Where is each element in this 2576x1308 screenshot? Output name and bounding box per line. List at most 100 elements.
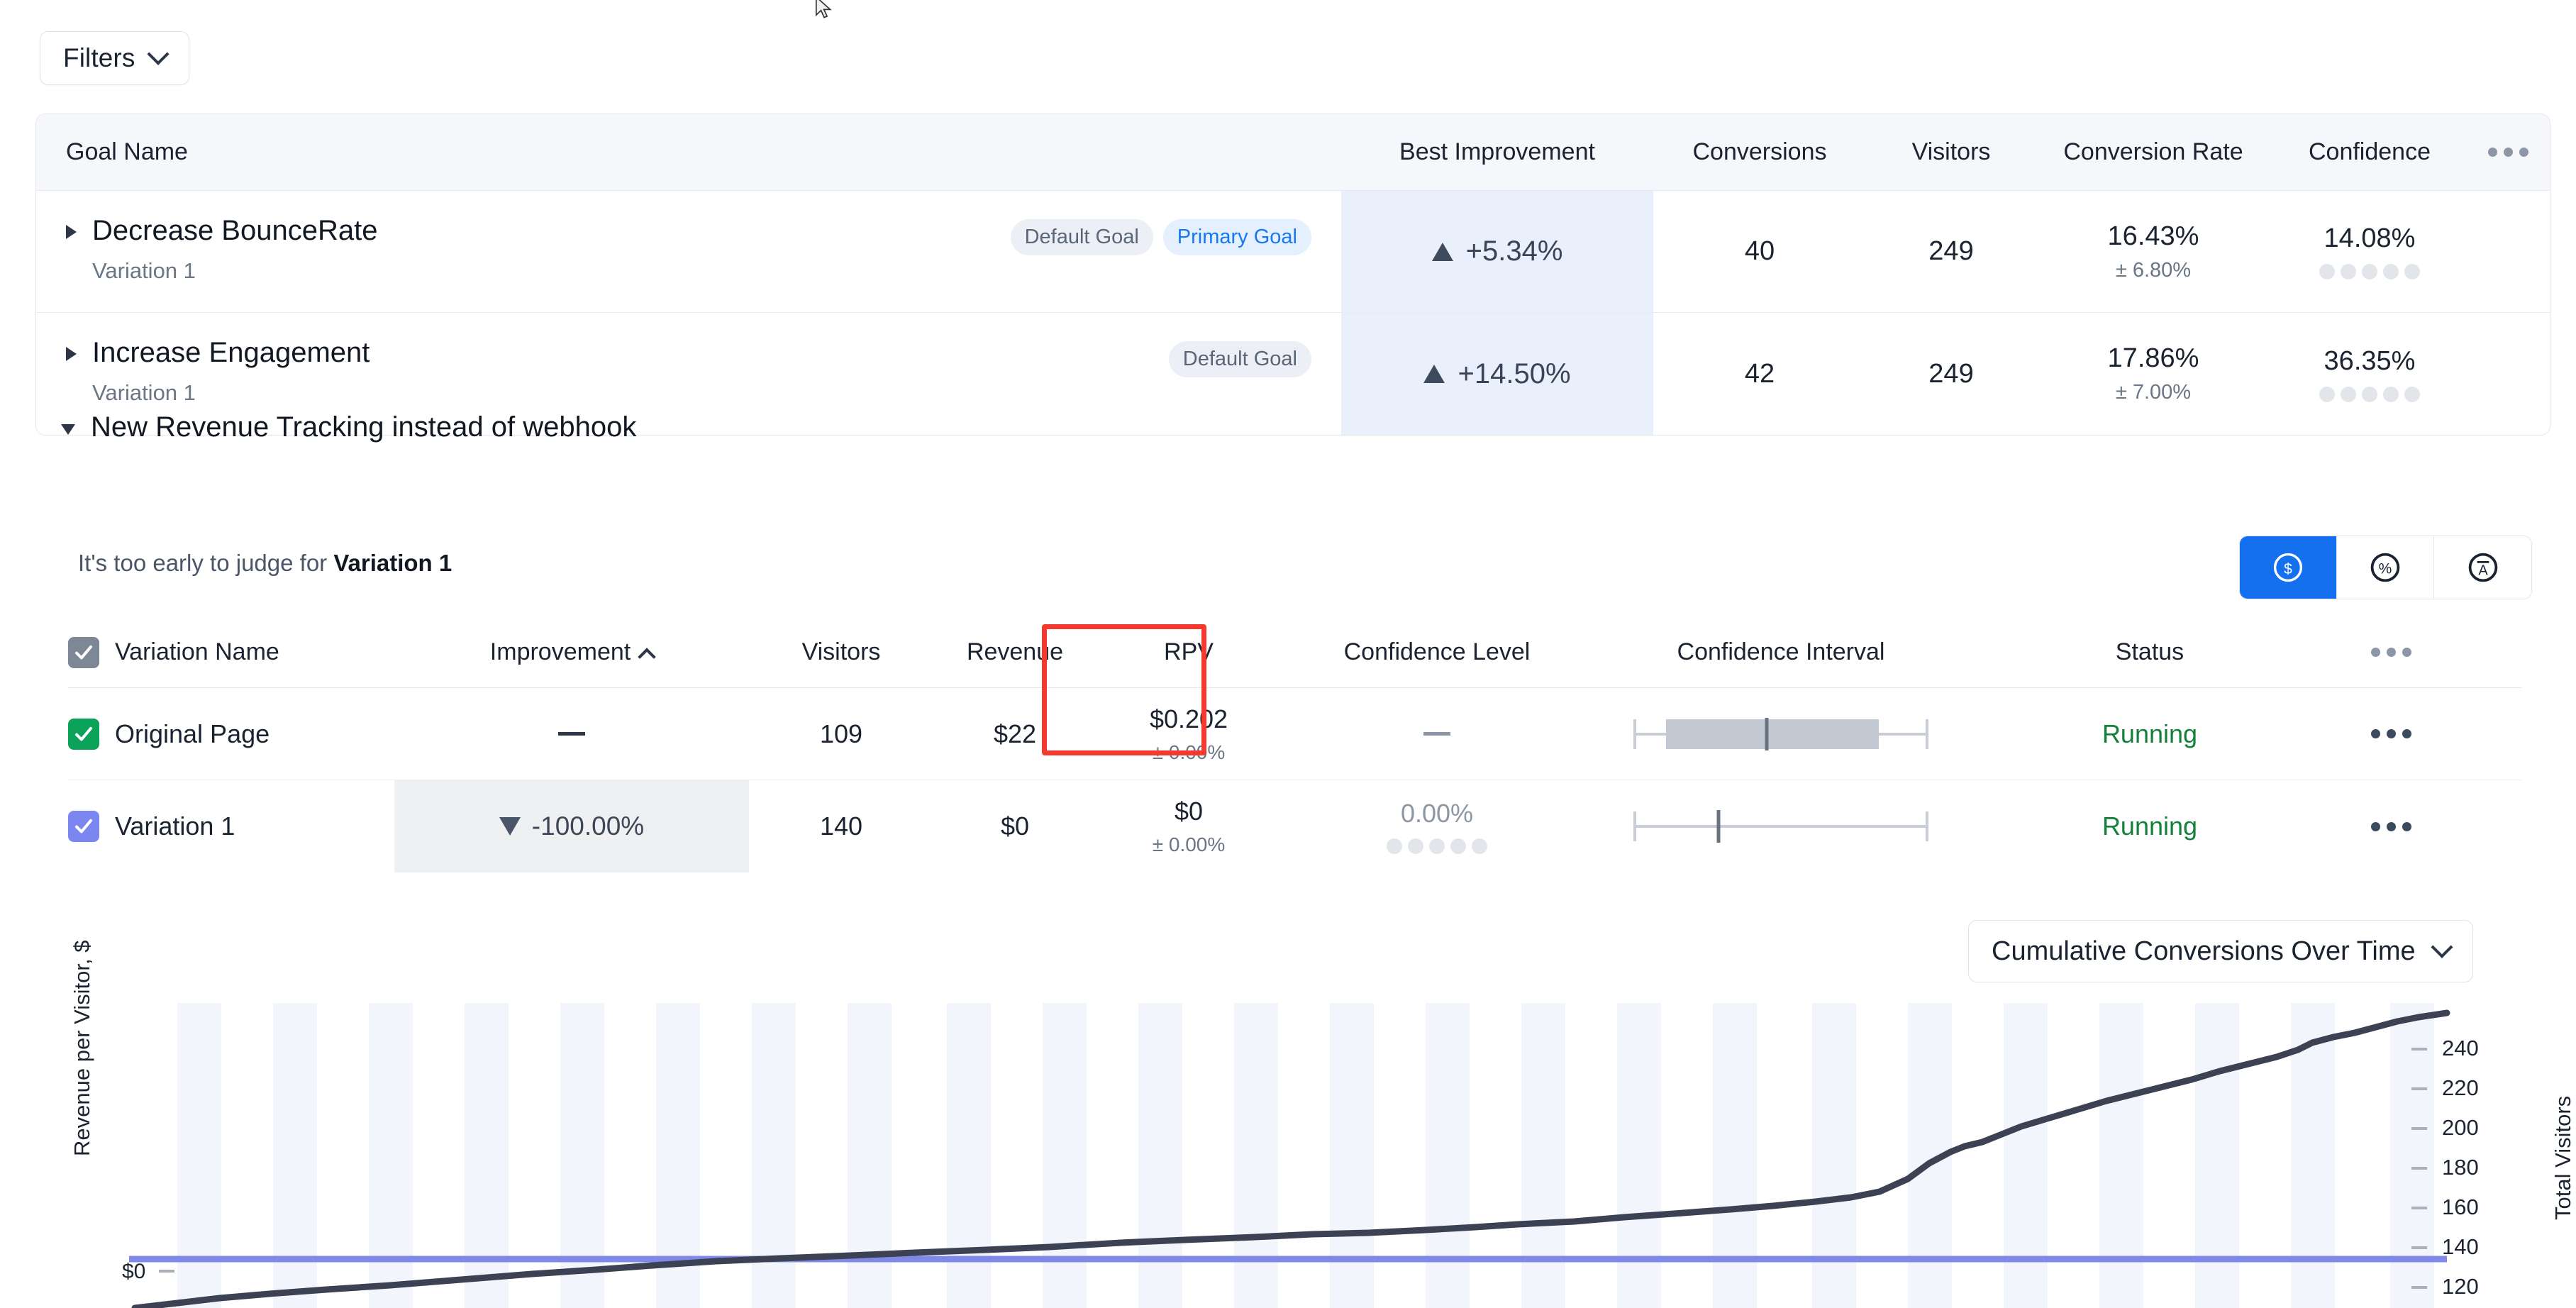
select-all-checkbox[interactable] bbox=[68, 636, 99, 668]
chart-tick-dash-120 bbox=[2411, 1286, 2427, 1289]
variation-name-cell[interactable]: Original Page bbox=[68, 688, 394, 780]
improvement-value: -100.00% bbox=[531, 811, 645, 841]
chart-y-tick-right-120: 120 bbox=[2442, 1274, 2479, 1299]
rpv-value: $0 bbox=[1174, 797, 1204, 826]
confidence-pips bbox=[2319, 386, 2420, 402]
confidence-pips bbox=[2319, 264, 2420, 279]
triangle-up-icon bbox=[1423, 365, 1445, 383]
column-conversions[interactable]: Conversions bbox=[1653, 138, 1866, 166]
conversion-rate-value: 17.86% bbox=[2107, 343, 2199, 373]
chevron-down-icon bbox=[2431, 936, 2453, 958]
column-improvement-label: Improvement bbox=[489, 638, 631, 665]
status-badge-default-goal: Default Goal bbox=[1010, 219, 1153, 255]
goal-variation-label: Variation 1 bbox=[92, 258, 196, 283]
table-row[interactable]: Original Page 109 $22 $0.202 ± 0.00% Run… bbox=[68, 688, 2522, 780]
chevron-right-icon[interactable] bbox=[66, 225, 77, 239]
improvement-cell bbox=[394, 688, 749, 780]
confidence-pips bbox=[1387, 838, 1487, 854]
confidence-cell: 36.35% bbox=[2270, 313, 2469, 435]
visitors-cell: 109 bbox=[819, 719, 863, 748]
confidence-value: 14.08% bbox=[2324, 223, 2416, 253]
column-conversion-rate[interactable]: Conversion Rate bbox=[2036, 138, 2270, 166]
confidence-level-value: 0.00% bbox=[1400, 799, 1474, 828]
column-visitors[interactable]: Visitors bbox=[1866, 138, 2036, 166]
chart-tick-dash-240 bbox=[2411, 1048, 2427, 1051]
percent-circle-icon: % bbox=[2370, 553, 2400, 582]
confidence-value: 36.35% bbox=[2324, 345, 2416, 376]
table-row[interactable]: Decrease BounceRate Variation 1 Default … bbox=[36, 191, 2550, 313]
ellipsis-icon bbox=[2487, 148, 2528, 157]
goals-table-header: Goal Name Best Improvement Conversions V… bbox=[36, 114, 2550, 191]
row-menu-button[interactable] bbox=[2331, 688, 2451, 780]
column-goal-name[interactable]: Goal Name bbox=[36, 138, 1341, 166]
goal-badges: Default Goal Primary Goal bbox=[1010, 219, 1311, 255]
column-confidence-level[interactable]: Confidence Level bbox=[1281, 638, 1593, 666]
goals-header-menu-button[interactable] bbox=[2469, 148, 2547, 157]
variation-checkbox[interactable] bbox=[68, 718, 99, 750]
column-visitors[interactable]: Visitors bbox=[749, 638, 933, 666]
unit-toggle-group: $ % A bbox=[2239, 536, 2532, 599]
conversion-rate-cell: 17.86% ± 7.00% bbox=[2036, 313, 2270, 435]
variation-table: Variation Name Improvement Visitors Reve… bbox=[68, 617, 2522, 872]
page-scrollbar[interactable] bbox=[2563, 0, 2573, 1308]
a-circle-icon: A bbox=[2468, 553, 2497, 582]
unit-toggle-absolute[interactable]: A bbox=[2434, 536, 2531, 599]
chart-tick-dash-180 bbox=[2411, 1167, 2427, 1170]
filters-label: Filters bbox=[63, 43, 135, 72]
chart-metric-dropdown[interactable]: Cumulative Conversions Over Time bbox=[1968, 920, 2473, 982]
goal-name-cell[interactable]: Decrease BounceRate Variation 1 Default … bbox=[36, 191, 1341, 312]
chart-y-tick-right-160: 160 bbox=[2442, 1195, 2479, 1219]
column-confidence[interactable]: Confidence bbox=[2270, 138, 2469, 166]
conversion-rate-cell: 16.43% ± 6.80% bbox=[2036, 191, 2270, 312]
svg-text:$: $ bbox=[2284, 561, 2292, 577]
revenue-cell: $22 bbox=[993, 719, 1037, 748]
improvement-cell: -100.00% bbox=[394, 780, 749, 872]
rpv-cell: $0.202 ± 0.00% bbox=[1097, 688, 1281, 780]
status-badge-default-goal: Default Goal bbox=[1168, 341, 1311, 377]
column-variation-name[interactable]: Variation Name bbox=[68, 636, 394, 668]
chart-y-tick-right-240: 240 bbox=[2442, 1036, 2479, 1060]
column-confidence-interval[interactable]: Confidence Interval bbox=[1593, 638, 1969, 666]
triangle-down-icon bbox=[499, 817, 521, 836]
column-status[interactable]: Status bbox=[1969, 638, 2331, 666]
variation-header-menu-button[interactable] bbox=[2331, 648, 2451, 657]
filters-button[interactable]: Filters bbox=[40, 31, 190, 85]
chart-svg bbox=[129, 1003, 2450, 1308]
status-badge-primary-goal: Primary Goal bbox=[1162, 219, 1311, 255]
chevron-down-icon bbox=[147, 43, 170, 65]
chart-tick-dash-220 bbox=[2411, 1087, 2427, 1090]
column-improvement[interactable]: Improvement bbox=[394, 638, 749, 666]
chart-y-tick-right-180: 180 bbox=[2442, 1155, 2479, 1180]
expanded-goal-title: New Revenue Tracking instead of webhook bbox=[91, 411, 637, 443]
rpv-error: ± 0.00% bbox=[1152, 833, 1226, 855]
chart-y-tick-right-220: 220 bbox=[2442, 1075, 2479, 1100]
row-menu-button[interactable] bbox=[2331, 780, 2451, 872]
svg-text:A: A bbox=[2478, 562, 2488, 578]
confidence-interval-cell bbox=[1593, 688, 1969, 780]
unit-toggle-currency[interactable]: $ bbox=[2240, 536, 2337, 599]
verdict-message: It's too early to judge for Variation 1 bbox=[78, 550, 452, 577]
status-cell: Running bbox=[2102, 811, 2198, 841]
chevron-right-icon[interactable] bbox=[66, 347, 77, 361]
em-dash-icon bbox=[558, 732, 585, 736]
expanded-goal-header[interactable]: New Revenue Tracking instead of webhook bbox=[61, 411, 636, 443]
column-best-improvement[interactable]: Best Improvement bbox=[1341, 138, 1653, 166]
unit-toggle-percent[interactable]: % bbox=[2337, 536, 2434, 599]
column-revenue[interactable]: Revenue bbox=[933, 638, 1097, 666]
chevron-down-icon[interactable] bbox=[61, 424, 75, 435]
verdict-subject: Variation 1 bbox=[333, 550, 453, 576]
confidence-level-cell bbox=[1281, 688, 1593, 780]
ellipsis-icon bbox=[2370, 648, 2411, 657]
chart-y-tick-right-200: 200 bbox=[2442, 1115, 2479, 1140]
sort-asc-icon bbox=[638, 648, 656, 666]
chart-y-tick-right-140: 140 bbox=[2442, 1234, 2479, 1259]
verdict-prefix: It's too early to judge for bbox=[78, 550, 334, 576]
variation-checkbox[interactable] bbox=[68, 811, 99, 842]
chart-metric-label: Cumulative Conversions Over Time bbox=[1992, 936, 2416, 966]
visitors-cell: 140 bbox=[819, 811, 863, 841]
visitors-cell: 249 bbox=[1928, 236, 1974, 266]
column-rpv[interactable]: RPV bbox=[1097, 638, 1281, 666]
variation-name-cell[interactable]: Variation 1 bbox=[68, 780, 394, 872]
table-row[interactable]: Variation 1 -100.00% 140 $0 $0 ± 0.00% 0… bbox=[68, 780, 2522, 872]
status-cell: Running bbox=[2102, 719, 2198, 748]
